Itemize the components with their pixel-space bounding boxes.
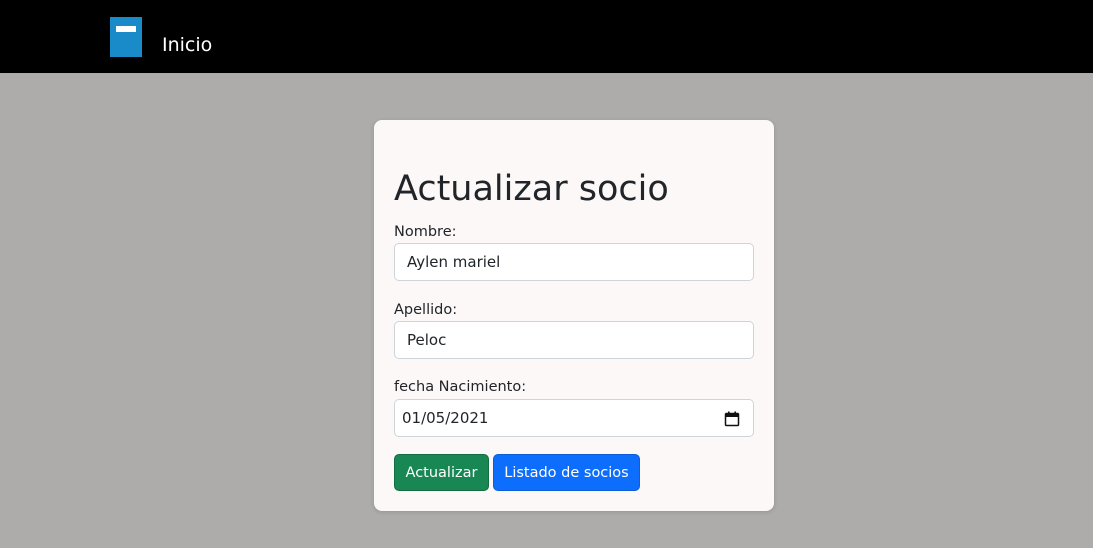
fecha-nacimiento-value: 01/05/2021 [402,409,489,427]
fecha-nacimiento-label: fecha Nacimiento: [394,379,527,395]
update-member-card: Actualizar socio Nombre: Apellido: fecha… [374,120,774,511]
calendar-icon[interactable] [724,411,740,427]
listado-de-socios-button[interactable]: Listado de socios [493,454,640,491]
navbar: Inicio [0,0,1093,73]
page-title: Actualizar socio [394,169,669,209]
nombre-label: Nombre: [394,224,457,240]
actualizar-button[interactable]: Actualizar [394,454,489,491]
fecha-nacimiento-input[interactable]: 01/05/2021 [394,399,754,437]
nav-link-inicio[interactable]: Inicio [162,33,212,57]
apellido-input[interactable] [394,321,754,359]
apellido-label: Apellido: [394,302,458,318]
book-icon[interactable] [110,17,142,57]
book-icon-label-strip [116,26,136,32]
nombre-input[interactable] [394,243,754,281]
